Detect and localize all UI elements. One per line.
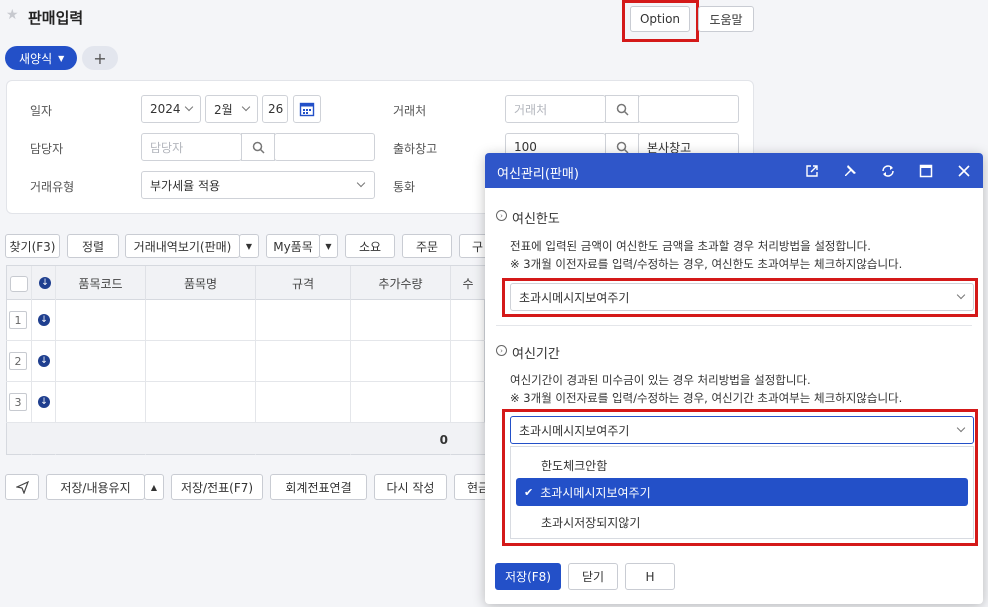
day-input[interactable]: 26 xyxy=(262,95,288,123)
send-icon-button[interactable] xyxy=(5,474,39,500)
search-icon[interactable] xyxy=(605,95,639,123)
send-icon xyxy=(15,480,29,494)
manager-input[interactable]: 담당자 xyxy=(141,133,242,161)
save-keep-button[interactable]: 저장/내용유지 xyxy=(46,474,145,500)
column-header: 품목코드 xyxy=(56,266,146,300)
warehouse-label: 출하창고 xyxy=(393,142,438,156)
credit-period-highlight xyxy=(502,409,978,546)
section-collapse-icon[interactable]: › xyxy=(496,210,507,221)
download-icon[interactable]: ↓ xyxy=(39,277,51,289)
date-label: 일자 xyxy=(30,104,53,118)
sort-button[interactable]: 정렬 xyxy=(67,234,119,258)
row-download-icon[interactable]: ↓ xyxy=(38,355,50,367)
search-icon[interactable] xyxy=(241,133,275,161)
external-link-icon[interactable] xyxy=(802,161,822,181)
row-download-icon[interactable]: ↓ xyxy=(38,396,50,408)
close-icon[interactable] xyxy=(954,161,974,181)
modal-save-button[interactable]: 저장(F8) xyxy=(495,563,561,590)
select-all-checkbox[interactable] xyxy=(10,276,28,292)
row-number[interactable]: 2 xyxy=(9,352,27,370)
refresh-icon[interactable] xyxy=(878,161,898,181)
row-number[interactable]: 3 xyxy=(9,393,27,411)
client-label: 거래처 xyxy=(393,104,427,118)
row-divider xyxy=(6,381,485,382)
history-button[interactable]: 거래내역보기(판매) xyxy=(125,234,240,258)
calendar-icon[interactable] xyxy=(293,95,321,123)
currency-label: 통화 xyxy=(393,180,416,194)
section1-description: 전표에 입력된 금액이 여신한도 금액을 초과할 경우 처리방법을 설정합니다. xyxy=(510,239,871,253)
help-button[interactable]: 도움말 xyxy=(698,6,754,32)
manager-name-field[interactable] xyxy=(274,133,375,161)
modal-close-button[interactable]: 닫기 xyxy=(568,563,618,590)
order-button[interactable]: 주문 xyxy=(402,234,452,258)
add-tab-button[interactable]: + xyxy=(82,46,118,70)
credit-limit-highlight xyxy=(502,278,978,317)
total-quantity: 0 xyxy=(439,433,448,447)
month-select[interactable]: 2월 xyxy=(205,95,258,123)
section-collapse-icon[interactable]: › xyxy=(496,345,507,356)
current-button[interactable]: 현금 xyxy=(454,474,489,500)
find-button[interactable]: 찾기(F3) xyxy=(5,234,60,258)
new-form-tab[interactable]: 새양식 ▼ xyxy=(5,46,77,70)
section2-description: 여신기간이 경과된 미수금이 있는 경우 처리방법을 설정합니다. xyxy=(510,373,811,387)
pin-icon[interactable] xyxy=(840,161,860,181)
rewrite-button[interactable]: 다시 작성 xyxy=(374,474,447,500)
modal-title: 여신관리(판매) xyxy=(497,167,579,182)
caret-down-icon: ▼ xyxy=(58,53,65,63)
save-slip-button[interactable]: 저장/전표(F7) xyxy=(171,474,263,500)
consume-button[interactable]: 소요 xyxy=(345,234,395,258)
section-divider xyxy=(496,325,972,326)
section2-note: ※ 3개월 이전자료를 입력/수정하는 경우, 여신기간 초과여부는 체크하지않… xyxy=(510,391,903,405)
save-keep-dropdown-button[interactable]: ▲ xyxy=(144,474,164,500)
favorite-star-icon[interactable]: ★ xyxy=(6,8,20,22)
section-title-credit-period: 여신기간 xyxy=(512,347,560,362)
row-divider xyxy=(6,340,485,341)
year-select[interactable]: 2024 xyxy=(141,95,201,123)
link-slip-button[interactable]: 회계전표연결 xyxy=(270,474,367,500)
trade-type-label: 거래유형 xyxy=(30,180,75,194)
option-highlight xyxy=(622,0,699,42)
row-download-icon[interactable]: ↓ xyxy=(38,314,50,326)
page-title: 판매입력 xyxy=(28,9,84,27)
trade-type-select[interactable]: 부가세율 적용 xyxy=(141,171,375,199)
column-header: 추가수량 xyxy=(351,266,451,300)
my-items-dropdown-button[interactable]: ▼ xyxy=(319,234,338,258)
row-number[interactable]: 1 xyxy=(9,311,27,329)
my-items-button[interactable]: My품목 xyxy=(266,234,320,258)
column-header: 규격 xyxy=(256,266,351,300)
maximize-icon[interactable] xyxy=(916,161,936,181)
section-title-credit-limit: 여신한도 xyxy=(512,212,560,227)
client-name-field[interactable] xyxy=(638,95,739,123)
client-input[interactable]: 거래처 xyxy=(505,95,606,123)
history-dropdown-button[interactable]: ▼ xyxy=(239,234,259,258)
new-form-tab-label: 새양식 xyxy=(19,51,53,66)
column-header: 수 xyxy=(462,276,474,291)
section1-note: ※ 3개월 이전자료를 입력/수정하는 경우, 여신한도 초과여부는 체크하지않… xyxy=(510,257,903,271)
column-header: 품목명 xyxy=(146,266,256,300)
modal-h-button[interactable]: H xyxy=(625,563,675,590)
manager-label: 담당자 xyxy=(30,142,64,156)
